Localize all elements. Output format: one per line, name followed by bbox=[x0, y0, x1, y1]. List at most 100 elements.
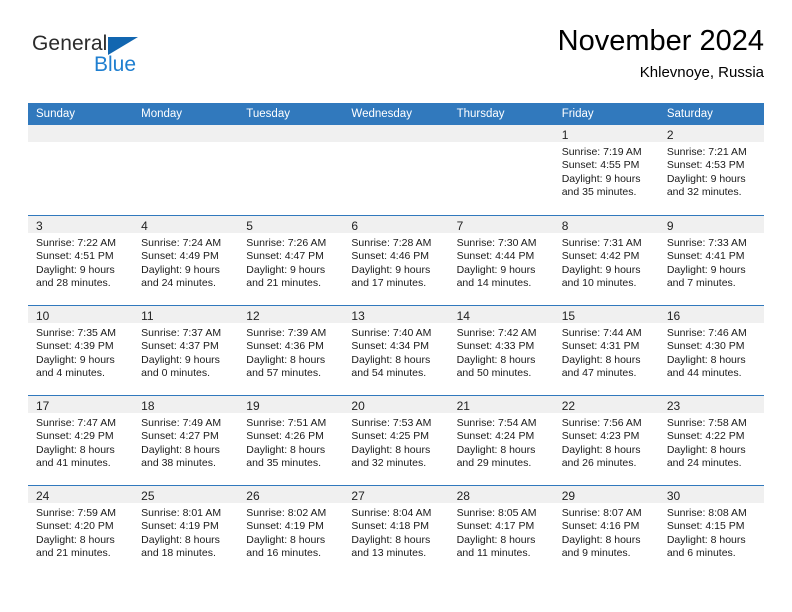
calendar-day[interactable]: 2 Sunrise: 7:21 AM Sunset: 4:53 PM Daylight… bbox=[658, 125, 764, 215]
calendar-day[interactable]: 25 Sunrise: 8:01 AM Sunset: 4:19 PM Dayligh… bbox=[133, 485, 239, 575]
sunset-text: Sunset: 4:47 PM bbox=[246, 250, 324, 263]
daylight-text-line2: and 26 minutes. bbox=[561, 457, 637, 470]
calendar-day[interactable]: 11 Sunrise: 7:37 AM Sunset: 4:37 PM Dayligh… bbox=[133, 305, 239, 395]
sunrise-text: Sunrise: 8:02 AM bbox=[246, 507, 327, 519]
sunset-text: Sunset: 4:16 PM bbox=[561, 520, 640, 533]
day-number: 23 bbox=[666, 399, 681, 413]
day-sun-info: Sunrise: 7:39 AM Sunset: 4:36 PM Daylight:… bbox=[238, 323, 343, 381]
daylight-text-line1: Daylight: 9 hours bbox=[36, 263, 115, 276]
brand-logo[interactable]: General Blue bbox=[32, 32, 232, 92]
calendar-cell: 27 Sunrise: 8:04 AM Sunset: 4:18 PM Dayligh… bbox=[343, 485, 449, 575]
daylight-text-line1: Daylight: 8 hours bbox=[351, 533, 431, 546]
day-number-band bbox=[343, 125, 449, 142]
calendar-day[interactable]: 16 Sunrise: 7:46 AM Sunset: 4:30 PM Dayligh… bbox=[658, 305, 764, 395]
calendar-day[interactable]: 28 Sunrise: 8:05 AM Sunset: 4:17 PM Dayligh… bbox=[448, 485, 554, 575]
calendar-day[interactable]: 12 Sunrise: 7:39 AM Sunset: 4:36 PM Dayligh… bbox=[238, 305, 344, 395]
calendar-day[interactable]: 5 Sunrise: 7:26 AM Sunset: 4:47 PM Daylight… bbox=[238, 215, 344, 305]
day-number-band: 4 bbox=[133, 216, 239, 233]
location-subtitle: Khlevnoye, Russia bbox=[639, 64, 764, 81]
weekday-header-sunday: Sunday bbox=[28, 103, 134, 125]
day-sun-info: Sunrise: 7:58 AM Sunset: 4:22 PM Daylight:… bbox=[659, 413, 764, 471]
sunrise-text: Sunrise: 8:08 AM bbox=[666, 507, 747, 519]
calendar-day[interactable]: 27 Sunrise: 8:04 AM Sunset: 4:18 PM Dayligh… bbox=[343, 485, 449, 575]
daylight-text-line2: and 21 minutes. bbox=[246, 277, 321, 290]
sunrise-text: Sunrise: 7:44 AM bbox=[561, 327, 642, 339]
daylight-text-line2: and 7 minutes. bbox=[666, 277, 736, 290]
daylight-text-line1: Daylight: 8 hours bbox=[561, 443, 641, 456]
calendar-day[interactable]: 17 Sunrise: 7:47 AM Sunset: 4:29 PM Dayligh… bbox=[28, 395, 134, 485]
calendar-cell: 28 Sunrise: 8:05 AM Sunset: 4:17 PM Dayligh… bbox=[448, 485, 554, 575]
calendar-day[interactable]: 19 Sunrise: 7:51 AM Sunset: 4:26 PM Dayligh… bbox=[238, 395, 344, 485]
calendar-day[interactable]: 23 Sunrise: 7:58 AM Sunset: 4:22 PM Dayligh… bbox=[658, 395, 764, 485]
daylight-text-line1: Daylight: 8 hours bbox=[36, 443, 115, 456]
calendar-day[interactable]: 24 Sunrise: 7:59 AM Sunset: 4:20 PM Dayligh… bbox=[28, 485, 134, 575]
calendar-day[interactable]: 7 Sunrise: 7:30 AM Sunset: 4:44 PM Daylight… bbox=[448, 215, 554, 305]
calendar-day[interactable]: 20 Sunrise: 7:53 AM Sunset: 4:25 PM Dayligh… bbox=[343, 395, 449, 485]
day-sun-info: Sunrise: 7:35 AM Sunset: 4:39 PM Daylight:… bbox=[28, 323, 133, 381]
day-number-band bbox=[238, 125, 344, 142]
calendar-day[interactable]: 6 Sunrise: 7:28 AM Sunset: 4:46 PM Daylight… bbox=[343, 215, 449, 305]
sunrise-text: Sunrise: 8:01 AM bbox=[141, 507, 222, 519]
calendar-week-row: 3 Sunrise: 7:22 AM Sunset: 4:51 PM Daylight… bbox=[28, 215, 764, 305]
calendar-day[interactable]: 1 Sunrise: 7:19 AM Sunset: 4:55 PM Daylight… bbox=[553, 125, 659, 215]
calendar-cell: 23 Sunrise: 7:58 AM Sunset: 4:22 PM Dayligh… bbox=[658, 395, 764, 485]
calendar-day[interactable]: 9 Sunrise: 7:33 AM Sunset: 4:41 PM Daylight… bbox=[658, 215, 764, 305]
calendar-cell: 26 Sunrise: 8:02 AM Sunset: 4:19 PM Dayligh… bbox=[238, 485, 344, 575]
calendar-day[interactable]: 10 Sunrise: 7:35 AM Sunset: 4:39 PM Dayligh… bbox=[28, 305, 134, 395]
calendar-day[interactable]: 22 Sunrise: 7:56 AM Sunset: 4:23 PM Dayligh… bbox=[553, 395, 659, 485]
day-sun-info: Sunrise: 7:26 AM Sunset: 4:47 PM Daylight:… bbox=[238, 233, 343, 291]
day-sun-info: Sunrise: 7:56 AM Sunset: 4:23 PM Daylight:… bbox=[554, 413, 659, 471]
sunset-text: Sunset: 4:42 PM bbox=[561, 250, 640, 263]
calendar-day[interactable]: 21 Sunrise: 7:54 AM Sunset: 4:24 PM Dayligh… bbox=[448, 395, 554, 485]
calendar-cell: 12 Sunrise: 7:39 AM Sunset: 4:36 PM Dayligh… bbox=[238, 305, 344, 395]
calendar-day[interactable]: 18 Sunrise: 7:49 AM Sunset: 4:27 PM Dayligh… bbox=[133, 395, 239, 485]
calendar-day[interactable]: 15 Sunrise: 7:44 AM Sunset: 4:31 PM Dayligh… bbox=[553, 305, 659, 395]
daylight-text-line2: and 13 minutes. bbox=[351, 547, 427, 560]
day-number: 4 bbox=[141, 219, 148, 233]
calendar-day[interactable]: 13 Sunrise: 7:40 AM Sunset: 4:34 PM Dayligh… bbox=[343, 305, 449, 395]
sunrise-text: Sunrise: 7:59 AM bbox=[36, 507, 116, 519]
day-number-band: 15 bbox=[553, 306, 659, 323]
calendar-day[interactable]: 30 Sunrise: 8:08 AM Sunset: 4:15 PM Dayligh… bbox=[658, 485, 764, 575]
sunset-text: Sunset: 4:39 PM bbox=[36, 340, 114, 353]
calendar-day[interactable]: 14 Sunrise: 7:42 AM Sunset: 4:33 PM Dayligh… bbox=[448, 305, 554, 395]
daylight-text-line1: Daylight: 9 hours bbox=[141, 353, 220, 366]
day-number: 7 bbox=[456, 219, 464, 233]
daylight-text-line2: and 35 minutes. bbox=[561, 186, 637, 199]
calendar-day[interactable]: 29 Sunrise: 8:07 AM Sunset: 4:16 PM Dayligh… bbox=[553, 485, 659, 575]
daylight-text-line2: and 32 minutes. bbox=[351, 457, 427, 470]
day-sun-info: Sunrise: 7:33 AM Sunset: 4:41 PM Daylight:… bbox=[659, 233, 764, 291]
day-number: 10 bbox=[36, 309, 50, 323]
day-number-band: 20 bbox=[343, 396, 449, 413]
day-number: 8 bbox=[561, 219, 569, 233]
calendar-day[interactable]: 8 Sunrise: 7:31 AM Sunset: 4:42 PM Daylight… bbox=[553, 215, 659, 305]
sunrise-text: Sunrise: 7:54 AM bbox=[456, 417, 537, 429]
sunset-text: Sunset: 4:24 PM bbox=[456, 430, 535, 443]
day-number-band: 24 bbox=[28, 486, 134, 503]
sunrise-text: Sunrise: 7:35 AM bbox=[36, 327, 116, 339]
daylight-text-line1: Daylight: 9 hours bbox=[666, 263, 746, 276]
day-number: 2 bbox=[666, 128, 674, 142]
day-number-band: 19 bbox=[238, 396, 344, 413]
day-number-band: 18 bbox=[133, 396, 239, 413]
calendar-page: General Blue November 2024 Khlevnoye, Ru… bbox=[0, 0, 792, 612]
sunset-text: Sunset: 4:25 PM bbox=[351, 430, 430, 443]
sunset-text: Sunset: 4:46 PM bbox=[351, 250, 430, 263]
weekday-header-saturday: Saturday bbox=[658, 103, 764, 125]
day-sun-info: Sunrise: 7:47 AM Sunset: 4:29 PM Daylight:… bbox=[28, 413, 133, 471]
weekday-header-friday: Friday bbox=[553, 103, 659, 125]
sunrise-text: Sunrise: 7:40 AM bbox=[351, 327, 432, 339]
sunset-text: Sunset: 4:18 PM bbox=[351, 520, 430, 533]
day-sun-info: Sunrise: 7:42 AM Sunset: 4:33 PM Daylight:… bbox=[449, 323, 554, 381]
day-number: 27 bbox=[351, 489, 365, 503]
day-sun-info: Sunrise: 7:24 AM Sunset: 4:49 PM Daylight:… bbox=[133, 233, 238, 291]
daylight-text-line1: Daylight: 8 hours bbox=[351, 443, 431, 456]
calendar-day[interactable]: 4 Sunrise: 7:24 AM Sunset: 4:49 PM Daylight… bbox=[133, 215, 239, 305]
calendar-cell bbox=[343, 125, 449, 215]
sunset-text: Sunset: 4:53 PM bbox=[666, 159, 745, 172]
calendar-day[interactable]: 26 Sunrise: 8:02 AM Sunset: 4:19 PM Dayligh… bbox=[238, 485, 344, 575]
sunrise-text: Sunrise: 7:21 AM bbox=[666, 146, 747, 158]
calendar-day[interactable]: 3 Sunrise: 7:22 AM Sunset: 4:51 PM Daylight… bbox=[28, 215, 134, 305]
calendar-week-row: 10 Sunrise: 7:35 AM Sunset: 4:39 PM Dayligh… bbox=[28, 305, 764, 395]
weekday-header-monday: Monday bbox=[133, 103, 239, 125]
